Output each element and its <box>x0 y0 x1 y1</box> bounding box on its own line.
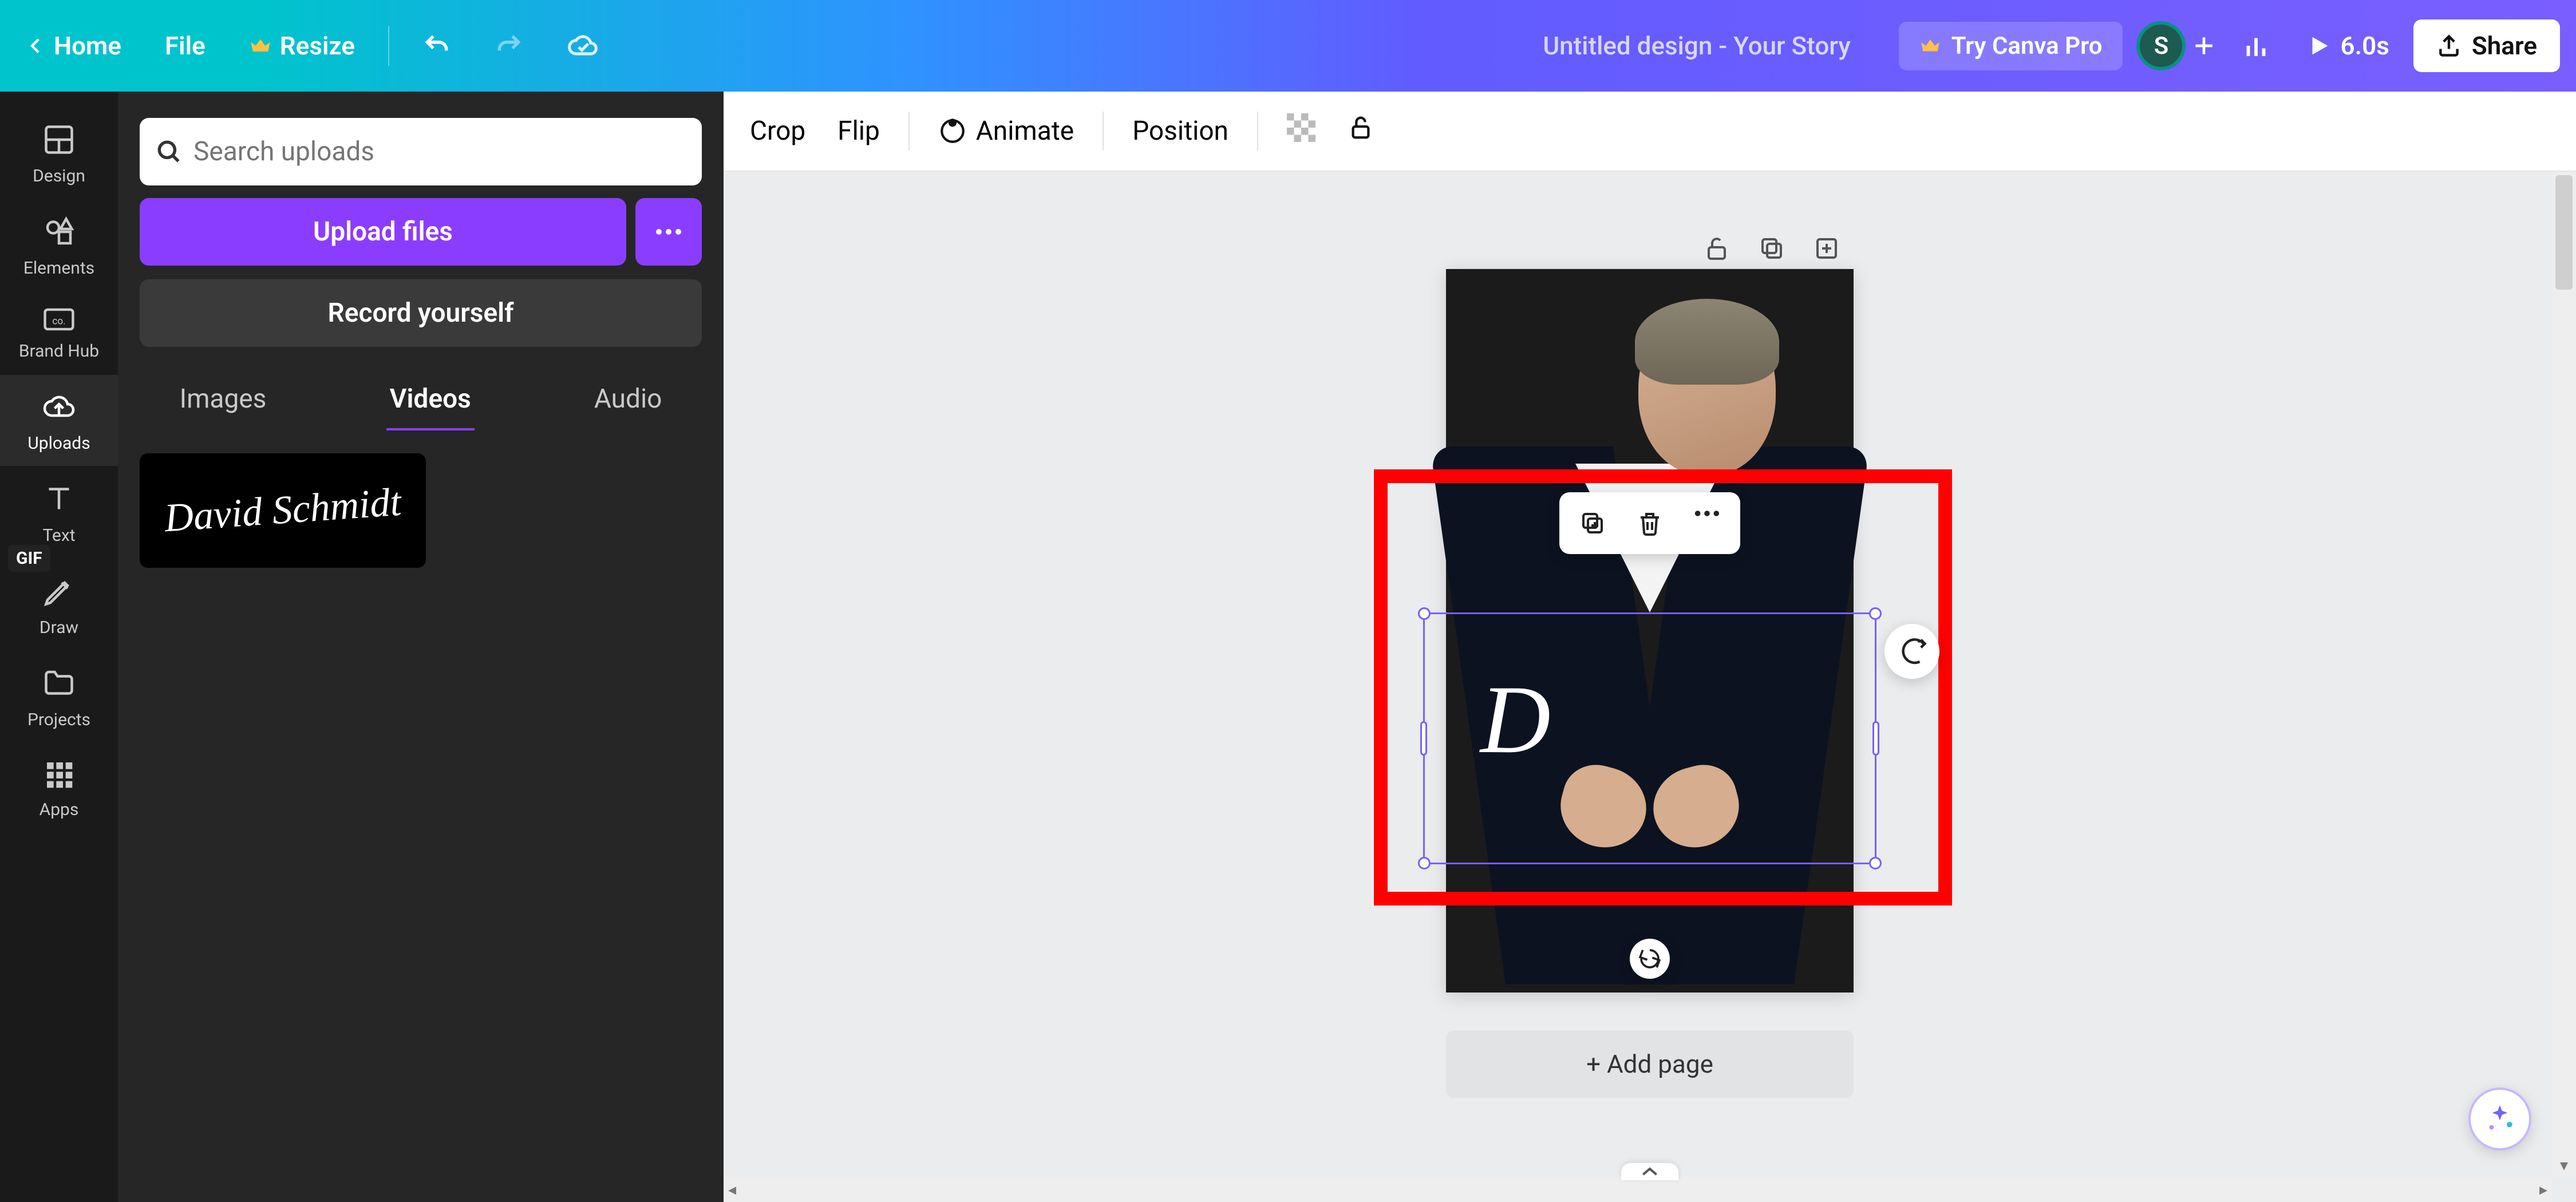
separator <box>1103 112 1104 151</box>
back-home-button[interactable]: Home <box>16 23 132 69</box>
scroll-right-icon[interactable]: ▸ <box>2539 1180 2547 1199</box>
file-menu[interactable]: File <box>155 23 216 69</box>
rail-design[interactable]: Design <box>0 108 118 199</box>
duplicate-element-button[interactable] <box>1564 501 1621 545</box>
folder-icon <box>42 666 76 701</box>
shapes-icon <box>42 215 76 249</box>
record-yourself-button[interactable]: Record yourself <box>140 279 702 347</box>
resize-label: Resize <box>280 31 355 61</box>
lock-button[interactable] <box>1344 109 1377 153</box>
tab-images[interactable]: Images <box>176 378 270 430</box>
try-pro-label: Try Canva Pro <box>1951 32 2103 60</box>
upload-signature-text: David Schmidt <box>163 480 403 542</box>
animate-icon <box>938 117 967 145</box>
tab-videos[interactable]: Videos <box>386 378 475 430</box>
animate-button[interactable]: Animate <box>935 110 1077 152</box>
upload-files-button[interactable]: Upload files <box>140 198 626 266</box>
delete-element-button[interactable] <box>1621 501 1678 545</box>
upload-item-signature[interactable]: David Schmidt <box>140 453 426 568</box>
undo-button[interactable] <box>412 23 461 68</box>
cloud-sync-button[interactable] <box>556 22 609 70</box>
bar-chart-icon <box>2241 30 2271 61</box>
resize-handle-tr[interactable] <box>1869 607 1882 620</box>
unlock-page-button[interactable] <box>1703 235 1730 262</box>
crown-icon <box>249 34 272 57</box>
scroll-left-icon[interactable]: ◂ <box>728 1180 736 1199</box>
undo-icon <box>422 31 451 60</box>
upload-share-icon <box>2436 33 2462 58</box>
lock-icon <box>1348 114 1374 141</box>
gif-badge: GIF <box>8 545 50 572</box>
text-icon <box>42 482 76 516</box>
ai-write-button[interactable] <box>1884 624 1939 679</box>
rail-brand-hub[interactable]: co. Brand Hub <box>0 292 118 374</box>
layout-icon <box>42 122 76 157</box>
redo-icon <box>495 31 523 60</box>
separator <box>908 112 910 151</box>
share-button[interactable]: Share <box>2413 19 2560 72</box>
resize-handle-tl[interactable] <box>1418 607 1431 620</box>
try-pro-button[interactable]: Try Canva Pro <box>1899 22 2123 70</box>
insights-button[interactable] <box>2230 22 2282 69</box>
context-toolbar <box>1559 492 1740 554</box>
avatar[interactable]: S <box>2136 21 2186 70</box>
vertical-scrollbar[interactable]: ▴ ▾ <box>2552 172 2576 1177</box>
resize-button[interactable]: Resize <box>239 23 365 69</box>
resize-handle-br[interactable] <box>1869 857 1882 869</box>
resize-handle-bl[interactable] <box>1418 857 1431 869</box>
divider <box>388 26 389 66</box>
magic-assist-fab[interactable] <box>2468 1088 2531 1150</box>
rail-uploads[interactable]: Uploads <box>0 375 118 466</box>
position-button[interactable]: Position <box>1129 110 1232 152</box>
scrollbar-thumb[interactable] <box>2555 175 2573 290</box>
rail-elements[interactable]: Elements <box>0 200 118 291</box>
share-label: Share <box>2472 31 2537 61</box>
resize-handle-right[interactable] <box>1872 721 1879 756</box>
cloud-check-icon <box>567 30 599 62</box>
scroll-down-icon[interactable]: ▾ <box>2560 1156 2568 1175</box>
search-icon <box>155 137 183 166</box>
chevron-left-icon <box>26 31 46 60</box>
rail-apps[interactable]: Apps <box>0 744 118 832</box>
design-canvas[interactable]: D <box>1446 269 1854 993</box>
transparency-icon <box>1287 113 1315 142</box>
plus-icon[interactable] <box>2191 33 2217 58</box>
element-more-button[interactable] <box>1678 501 1736 545</box>
pencil-icon <box>42 574 76 608</box>
document-title[interactable]: Untitled design - Your Story <box>1543 31 1850 61</box>
grid-icon <box>43 758 75 790</box>
play-icon <box>2306 33 2332 59</box>
present-button[interactable]: 6.0s <box>2296 23 2399 69</box>
crown-icon <box>1919 35 1941 57</box>
search-uploads[interactable] <box>140 118 702 185</box>
rail-projects[interactable]: Projects <box>0 651 118 742</box>
resize-handle-left[interactable] <box>1420 721 1427 756</box>
cloud-upload-icon <box>42 390 76 424</box>
crop-button[interactable]: Crop <box>746 110 809 152</box>
search-input[interactable] <box>193 136 687 167</box>
brand-icon: co. <box>42 307 76 332</box>
upload-more-button[interactable] <box>635 198 702 266</box>
rail-draw[interactable]: Draw <box>0 559 118 650</box>
home-label: Home <box>54 31 121 61</box>
canvas-signature-letter[interactable]: D <box>1480 664 1551 776</box>
redo-button[interactable] <box>484 23 534 68</box>
file-label: File <box>165 31 206 61</box>
timeline-handle[interactable] <box>1621 1163 1678 1180</box>
add-page-button[interactable]: + Add page <box>1446 1030 1854 1098</box>
separator <box>1257 112 1258 151</box>
add-page-icon-button[interactable] <box>1813 235 1840 262</box>
transparency-button[interactable] <box>1283 108 1319 155</box>
more-icon <box>654 228 683 236</box>
svg-text:co.: co. <box>52 316 65 327</box>
duration-label: 6.0s <box>2340 31 2389 61</box>
duplicate-page-button[interactable] <box>1758 235 1785 262</box>
flip-button[interactable]: Flip <box>834 110 883 152</box>
tab-audio[interactable]: Audio <box>591 378 665 430</box>
rotate-handle[interactable] <box>1630 939 1670 979</box>
horizontal-scrollbar[interactable]: ◂ ▸ <box>724 1177 2552 1202</box>
